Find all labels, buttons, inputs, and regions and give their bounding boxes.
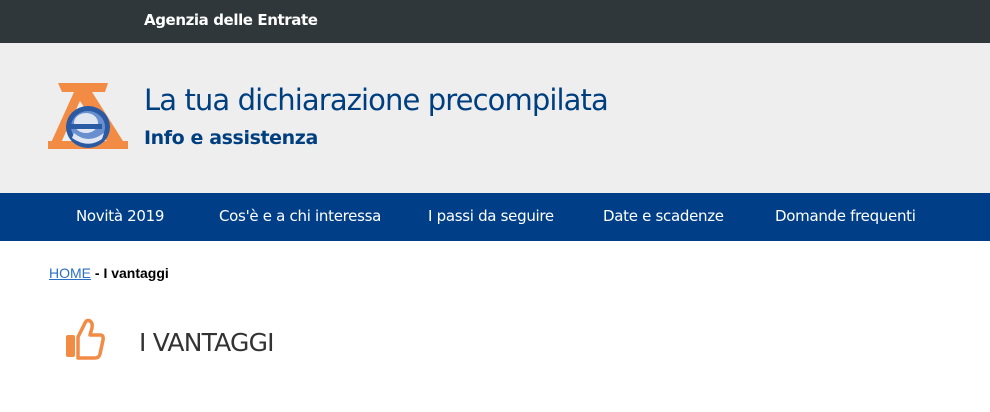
nav-item-cose-e-a-chi-interessa[interactable]: Cos'è e a chi interessa xyxy=(219,207,381,225)
breadcrumb: HOME - I vantaggi xyxy=(49,265,169,281)
agency-link[interactable]: Agenzia delle Entrate xyxy=(144,11,318,29)
breadcrumb-current: I vantaggi xyxy=(103,265,169,281)
nav-item-domande-frequenti[interactable]: Domande frequenti xyxy=(775,207,916,225)
site-header: La tua dichiarazione precompilata Info e… xyxy=(0,43,990,193)
site-title[interactable]: La tua dichiarazione precompilata xyxy=(144,83,609,117)
page-title: I VANTAGGI xyxy=(139,328,275,357)
site-subtitle: Info e assistenza xyxy=(144,127,318,149)
nav-item-i-passi-da-seguire[interactable]: I passi da seguire xyxy=(428,207,554,225)
breadcrumb-separator: - xyxy=(91,265,104,281)
nav-item-date-e-scadenze[interactable]: Date e scadenze xyxy=(603,207,724,225)
thumbs-up-icon xyxy=(66,318,105,360)
agenzia-entrate-logo-icon[interactable] xyxy=(48,83,128,153)
nav-item-novita-2019[interactable]: Novità 2019 xyxy=(76,207,164,225)
breadcrumb-home-link[interactable]: HOME xyxy=(49,265,91,281)
top-bar: Agenzia delle Entrate xyxy=(0,0,990,43)
main-nav: Novità 2019 Cos'è e a chi interessa I pa… xyxy=(0,193,990,241)
